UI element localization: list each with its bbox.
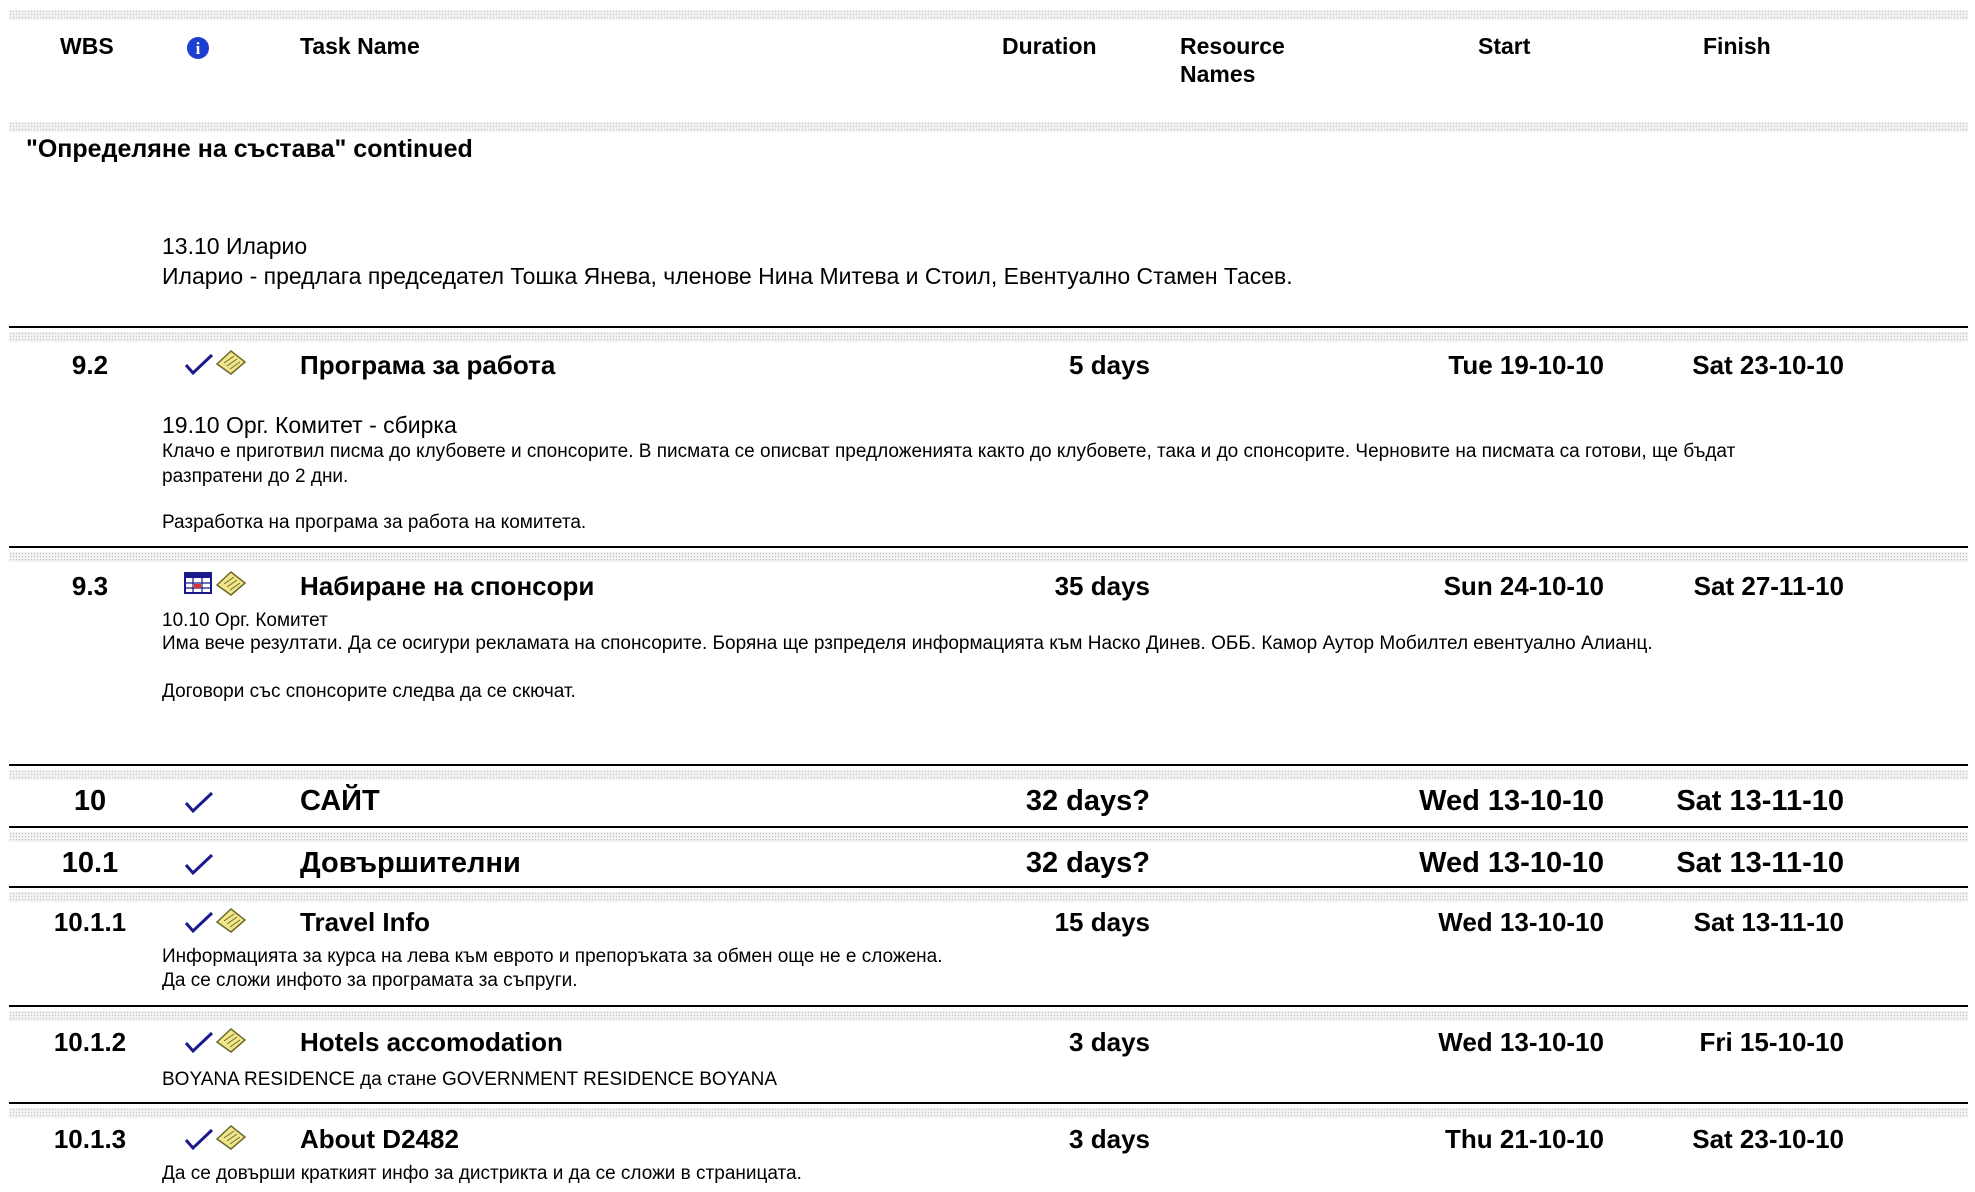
section-band — [9, 122, 1968, 132]
task-start: Wed 13-10-10 — [1419, 785, 1604, 817]
continued-title: "Определяне на състава" continued — [26, 135, 473, 163]
row-divider — [9, 886, 1968, 888]
checkmark-icon — [184, 1127, 214, 1156]
task-start: Wed 13-10-10 — [1438, 907, 1604, 937]
task-name: About D2482 — [300, 1124, 459, 1154]
task-duration: 35 days — [1054, 571, 1150, 601]
task-note-line: BOYANA RESIDENCE да стане GOVERNMENT RES… — [162, 1069, 777, 1090]
task-note-line: Клачо е приготвил писма до клубовете и с… — [162, 441, 1736, 462]
task-name: Програма за работа — [300, 350, 556, 380]
task-start: Tue 19-10-10 — [1448, 350, 1604, 380]
task-start: Wed 13-10-10 — [1438, 1027, 1604, 1057]
row-band — [9, 332, 1968, 342]
task-wbs: 10 — [73, 785, 107, 817]
svg-text:i: i — [196, 39, 201, 58]
task-name: Travel Info — [300, 907, 431, 937]
col-header-start: Start — [1478, 33, 1531, 59]
task-duration: 5 days — [1069, 350, 1150, 380]
task-wbs: 9.2 — [71, 350, 109, 380]
task-note-line: Разработка на програма за работа на коми… — [162, 512, 587, 533]
task-note-line: Има вече резултати. Да се осигури реклам… — [162, 633, 1653, 654]
checkmark-icon — [184, 790, 214, 819]
task-wbs: 9.3 — [71, 571, 109, 601]
task-start: Sun 24-10-10 — [1443, 571, 1604, 601]
col-header-duration: Duration — [1002, 33, 1097, 59]
task-start: Thu 21-10-10 — [1445, 1124, 1604, 1154]
task-note-heading: 19.10 Орг. Комитет - сбирка — [162, 412, 457, 438]
task-wbs: 10.1.2 — [53, 1027, 127, 1057]
row-band — [9, 832, 1968, 842]
task-note-line: Информацията за курса на лева към еврото… — [162, 946, 943, 967]
task-note-line: Да се сложи инфото за програмата за съпр… — [162, 970, 578, 991]
col-header-finish: Finish — [1703, 33, 1771, 59]
task-start: Wed 13-10-10 — [1419, 847, 1604, 879]
task-note-heading: 10.10 Орг. Комитет — [162, 610, 328, 631]
task-note-line: разпратени до 2 дни. — [162, 466, 349, 487]
checkmark-icon — [184, 910, 214, 939]
row-band — [9, 1108, 1968, 1118]
calendar-icon — [184, 572, 212, 599]
task-name: Довършителни — [300, 847, 521, 879]
task-finish: Sat 23-10-10 — [1692, 1124, 1844, 1154]
row-band — [9, 1011, 1968, 1021]
row-divider — [9, 764, 1968, 766]
task-note-line: Договори със спонсорите следва да се скю… — [162, 681, 576, 702]
task-finish: Sat 27-11-10 — [1693, 571, 1844, 601]
row-divider — [9, 326, 1968, 328]
task-duration: 3 days — [1069, 1027, 1150, 1057]
continued-note-text: Иларио - предлага председател Тошка Янев… — [162, 263, 1293, 289]
task-name: Hotels accomodation — [300, 1027, 563, 1057]
header-band — [9, 10, 1968, 20]
task-duration: 3 days — [1069, 1124, 1150, 1154]
task-duration: 32 days? — [1025, 785, 1150, 817]
task-name: Набиране на спонсори — [300, 571, 595, 601]
task-duration: 32 days? — [1025, 847, 1150, 879]
col-header-task-name: Task Name — [300, 33, 420, 59]
task-wbs: 10.1 — [61, 847, 119, 879]
note-icon — [214, 348, 248, 381]
row-band — [9, 770, 1968, 780]
col-header-resource-names: Resource Names — [1180, 33, 1285, 87]
row-band — [9, 892, 1968, 902]
task-finish: Fri 15-10-10 — [1699, 1027, 1844, 1057]
note-icon — [214, 1123, 248, 1156]
info-icon: i — [186, 36, 210, 65]
task-duration: 15 days — [1054, 907, 1150, 937]
checkmark-icon — [184, 1030, 214, 1059]
row-divider — [9, 546, 1968, 548]
continued-note-heading: 13.10 Иларио — [162, 233, 308, 259]
row-band — [9, 552, 1968, 562]
task-finish: Sat 13-11-10 — [1693, 907, 1844, 937]
task-wbs: 10.1.3 — [53, 1124, 127, 1154]
task-wbs: 10.1.1 — [53, 907, 127, 937]
note-icon — [214, 569, 248, 602]
note-icon — [214, 1026, 248, 1059]
row-divider — [9, 1005, 1968, 1007]
checkmark-icon — [184, 852, 214, 881]
row-divider — [9, 826, 1968, 828]
note-icon — [214, 906, 248, 939]
task-finish: Sat 23-10-10 — [1692, 350, 1844, 380]
checkmark-icon — [184, 352, 214, 381]
task-name: САЙТ — [300, 785, 380, 817]
row-divider — [9, 1102, 1968, 1104]
col-header-wbs: WBS — [60, 33, 114, 59]
task-note-line: Да се довърши краткият инфо за дистрикта… — [162, 1163, 802, 1184]
task-finish: Sat 13-11-10 — [1676, 785, 1844, 817]
task-finish: Sat 13-11-10 — [1676, 847, 1844, 879]
